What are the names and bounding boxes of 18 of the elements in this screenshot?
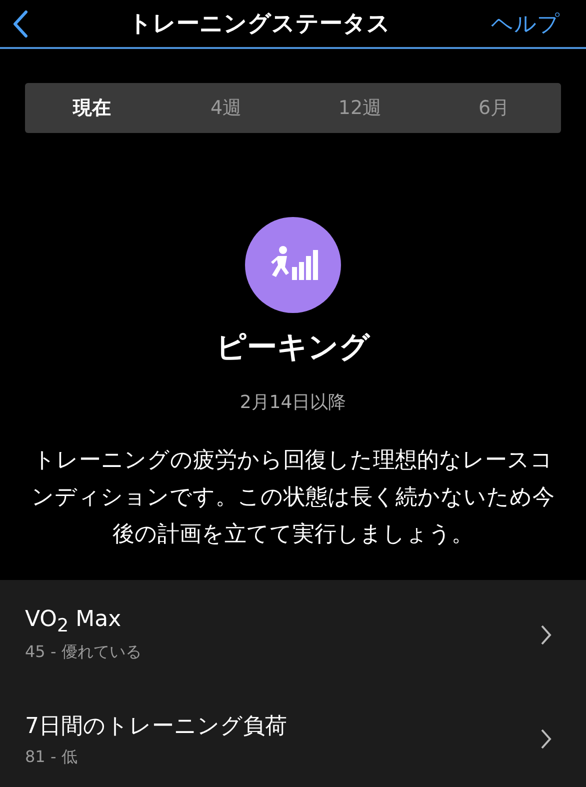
metric-title: 7日間のトレーニング負荷 — [25, 712, 287, 740]
period-tab[interactable]: 4週 — [159, 95, 293, 121]
back-icon[interactable] — [12, 10, 28, 38]
status-description: トレーニングの疲労から回復した理想的なレースコンディションです。この状態は長く続かないため今後の計画を立てて実行しましょう。 — [30, 447, 556, 549]
status-title: ピーキング — [216, 329, 370, 367]
metric-value: 45 - 優れている — [25, 642, 142, 664]
chevron-icon — [540, 624, 552, 646]
metric-title: VO$_{2}$ Max — [25, 606, 122, 636]
screen-title: トレーニングステータス — [128, 10, 390, 39]
status-date: 2月14日以降 — [240, 391, 346, 414]
chevron-icon — [540, 728, 552, 750]
metric-row[interactable]: VO$_{2}$ Max 45 - 優れている — [0, 594, 586, 676]
help-link[interactable]: ヘルプ — [491, 8, 560, 38]
metric-row[interactable]: 7日間のトレーニング負荷 81 - 低 — [0, 698, 586, 780]
metric-value: 81 - 低 — [25, 746, 78, 768]
period-tab[interactable]: 現在 — [25, 95, 159, 121]
period-tab[interactable]: 12週 — [293, 95, 427, 121]
period-tab[interactable]: 6月 — [427, 95, 561, 121]
